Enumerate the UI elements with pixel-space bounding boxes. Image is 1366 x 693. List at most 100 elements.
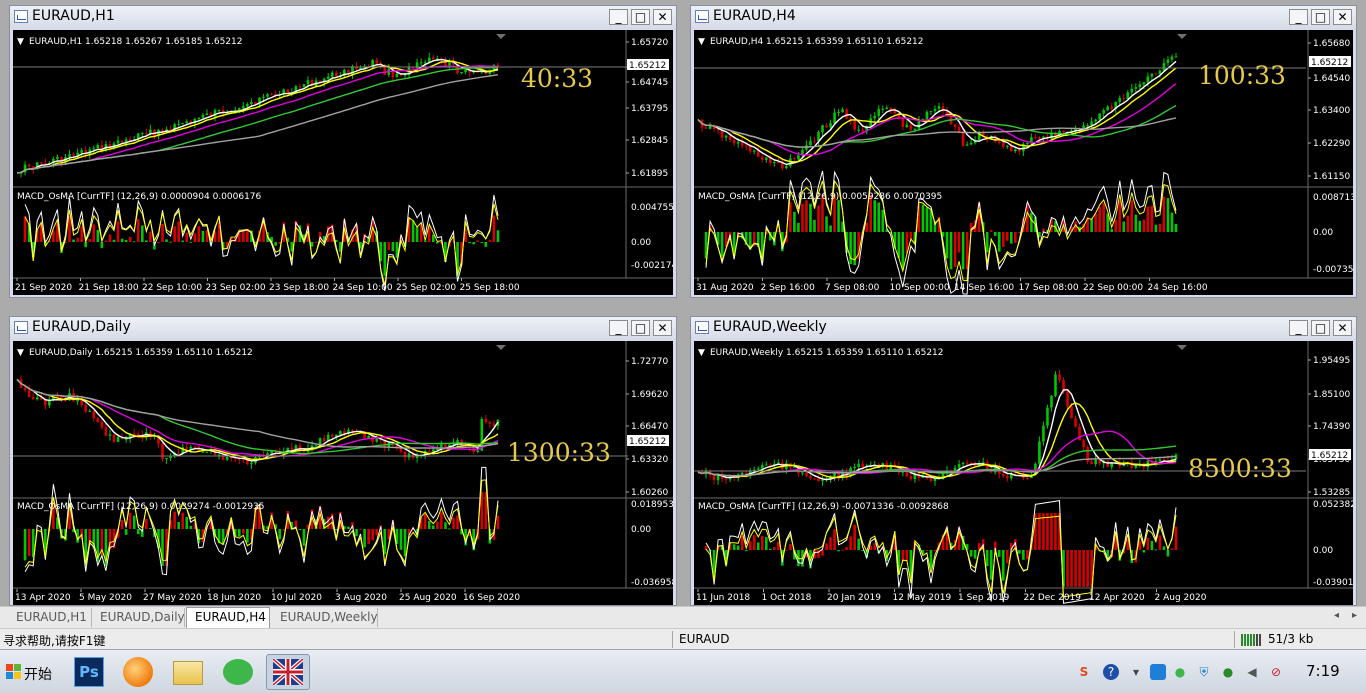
status-help-text: 寻求帮助,请按F1键: [3, 634, 106, 648]
macd-bar: [145, 240, 148, 242]
macd-bar: [1142, 219, 1146, 232]
overlay-big-number: 40:33: [521, 64, 593, 93]
tab-euraud-h1[interactable]: EURAUD,H1: [8, 608, 92, 627]
candle-body: [853, 120, 856, 130]
wechat-tray-icon[interactable]: ●: [1172, 664, 1188, 680]
tab-euraud-weekly[interactable]: EURAUD,Weekly: [272, 608, 378, 627]
minimize-button[interactable]: _: [609, 320, 628, 336]
chart-area[interactable]: ▼ EURAUD,H4 1.65215 1.65359 1.65110 1.65…: [694, 30, 1353, 295]
minimize-button[interactable]: _: [1289, 320, 1308, 336]
candle-body: [1090, 461, 1093, 465]
tab-euraud-daily[interactable]: EURAUD,Daily: [92, 608, 185, 627]
candle-body: [773, 162, 776, 164]
minimize-button[interactable]: _: [609, 9, 628, 25]
status-bar: 寻求帮助,请按F1键 EURAUD 51/3 kb: [0, 628, 1366, 649]
chart-area[interactable]: ▼ EURAUD,H1 1.65218 1.65267 1.65185 1.65…: [13, 30, 673, 295]
tab-scroll-right-icon[interactable]: ▸: [1352, 610, 1357, 621]
candle-body: [197, 117, 201, 119]
security-tray-icon[interactable]: ●: [1220, 664, 1236, 680]
chart-shift-marker[interactable]: [1177, 34, 1187, 39]
candle-body: [1162, 459, 1166, 461]
candle-body: [724, 478, 728, 480]
candle-body: [740, 472, 744, 475]
macd-bar: [193, 233, 197, 242]
chart-window-weekly[interactable]: EURAUD,Weekly _ □ ✕ ▼ EURAUD,Weekly 1.65…: [690, 316, 1357, 606]
candle-body: [728, 135, 732, 141]
candle-body: [1074, 418, 1077, 427]
macd-bar: [456, 515, 459, 529]
candle-body: [431, 57, 435, 60]
macd-bar: [825, 543, 828, 550]
chart-dropdown-icon[interactable]: ▼: [17, 348, 24, 358]
maximize-button[interactable]: □: [1311, 9, 1330, 25]
candle-body: [917, 120, 921, 129]
network-icon[interactable]: [1150, 664, 1166, 680]
window-titlebar[interactable]: EURAUD,Daily _ □ ✕: [10, 317, 676, 339]
window-titlebar[interactable]: EURAUD,H4 _ □ ✕: [691, 6, 1356, 28]
candle-body: [777, 162, 780, 164]
candle-body: [367, 436, 370, 439]
macd-bar: [1086, 550, 1089, 587]
chart-shift-marker[interactable]: [496, 34, 506, 39]
taskbar-app-wechat[interactable]: [216, 654, 260, 690]
chart-window-h1[interactable]: EURAUD,H1 _ □ ✕ ▼ EURAUD,H1 1.65218 1.65…: [9, 5, 677, 298]
maximize-button[interactable]: □: [1311, 320, 1330, 336]
input-method-icon[interactable]: S: [1076, 664, 1092, 680]
tab-scroll-left-icon[interactable]: ◂: [1334, 610, 1339, 621]
candle-body: [399, 448, 403, 452]
macd-signal-line: [24, 479, 499, 568]
shield-icon[interactable]: ⛨: [1196, 664, 1212, 680]
macd-bar: [1130, 200, 1134, 232]
close-button[interactable]: ✕: [653, 9, 672, 25]
close-button[interactable]: ✕: [1333, 320, 1352, 336]
macd-bar: [1054, 513, 1057, 550]
maximize-button[interactable]: □: [631, 320, 650, 336]
start-button[interactable]: 开始: [2, 654, 56, 690]
taskbar-app-explorer[interactable]: [166, 654, 210, 690]
candle-body: [460, 72, 463, 74]
help-icon[interactable]: ?: [1103, 664, 1119, 680]
chart-dropdown-icon[interactable]: ▼: [698, 348, 705, 358]
macd-bar: [282, 529, 286, 531]
candle-body: [809, 140, 812, 146]
macd-bar: [423, 513, 427, 529]
window-titlebar[interactable]: EURAUD,H1 _ □ ✕: [10, 6, 676, 28]
tab-euraud-h4[interactable]: EURAUD,H4: [186, 607, 270, 628]
chart-dropdown-icon[interactable]: ▼: [17, 37, 24, 47]
chart-shift-marker[interactable]: [1177, 345, 1187, 350]
minimize-button[interactable]: _: [1289, 9, 1308, 25]
taskbar-app-media[interactable]: [116, 654, 160, 690]
chart-window-icon: [695, 10, 709, 23]
candle-body: [27, 164, 31, 167]
candle-body: [270, 94, 273, 96]
chart-shift-marker[interactable]: [496, 345, 506, 350]
macd-signal-line: [705, 512, 1177, 598]
macd-bar: [23, 529, 27, 561]
macd-bar: [933, 550, 937, 552]
chart-window-h4[interactable]: EURAUD,H4 _ □ ✕ ▼ EURAUD,H4 1.65215 1.65…: [690, 5, 1357, 298]
window-titlebar[interactable]: EURAUD,Weekly _ □ ✕: [691, 317, 1356, 339]
candle-body: [1170, 56, 1174, 60]
candle-body: [821, 480, 824, 482]
maximize-button[interactable]: □: [631, 9, 650, 25]
taskbar-app-photoshop[interactable]: Ps: [66, 654, 110, 690]
chart-dropdown-icon[interactable]: ▼: [698, 37, 705, 47]
close-button[interactable]: ✕: [653, 320, 672, 336]
candle-body: [72, 393, 75, 402]
close-button[interactable]: ✕: [1333, 9, 1352, 25]
volume-icon[interactable]: ◀: [1244, 664, 1260, 680]
macd-bar: [431, 525, 435, 529]
chart-area[interactable]: ▼ EURAUD,Daily 1.65215 1.65359 1.65110 1…: [13, 341, 673, 605]
candle-body: [957, 464, 961, 468]
candle-body: [1026, 143, 1029, 145]
clock[interactable]: 7:19: [1306, 662, 1340, 680]
taskbar-app-metatrader[interactable]: [266, 654, 310, 690]
chart-area[interactable]: ▼ EURAUD,Weekly 1.65215 1.65359 1.65110 …: [694, 341, 1353, 605]
macd-bar: [740, 535, 744, 550]
candle-body: [314, 445, 318, 447]
chart-window-daily[interactable]: EURAUD,Daily _ □ ✕ ▼ EURAUD,Daily 1.6521…: [9, 316, 677, 606]
macd-bar: [748, 541, 752, 550]
blocked-icon[interactable]: ⊘: [1268, 664, 1284, 680]
tray-expand-icon[interactable]: ▾: [1128, 664, 1144, 680]
macd-axis-label: 0.00: [631, 525, 651, 535]
